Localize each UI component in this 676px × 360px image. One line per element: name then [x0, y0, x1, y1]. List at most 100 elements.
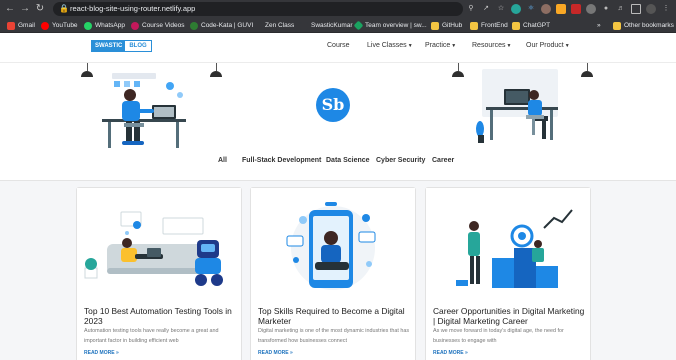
lamp-cord — [216, 63, 217, 71]
extension-icons: ⚲ ↗ ☆ ⚛ ● ♬ ⋮ — [466, 3, 671, 15]
lamp-icon — [81, 71, 93, 77]
site-header: SWASTIC BLOG Course Live Classes▼ Practi… — [0, 33, 676, 63]
course-videos-icon — [131, 21, 139, 30]
bookmark-chatgpt[interactable]: ChatGPT — [512, 20, 550, 31]
lamp-icon — [452, 71, 464, 77]
menu-label: Resources — [472, 42, 506, 49]
category-full-stack[interactable]: Full-Stack Development — [242, 157, 321, 164]
folder-icon — [431, 21, 439, 30]
extension-icon[interactable] — [541, 4, 551, 14]
bookmark-frontend[interactable]: FrontEnd — [470, 20, 508, 31]
search-icon[interactable]: ⚲ — [466, 4, 476, 14]
caret-down-icon: ▼ — [506, 43, 512, 49]
folder-icon — [470, 21, 478, 30]
gmail-icon — [7, 21, 15, 30]
react-devtools-icon[interactable]: ⚛ — [526, 4, 536, 14]
extension-icon[interactable] — [571, 4, 581, 14]
card-title[interactable]: Top Skills Required to Become a Digital … — [258, 306, 412, 326]
folder-icon — [512, 21, 520, 30]
lock-icon[interactable]: 🔒 — [59, 3, 69, 15]
card-excerpt: Digital marketing is one of the most dyn… — [258, 328, 410, 344]
category-career[interactable]: Career — [432, 157, 454, 164]
bookmark-github[interactable]: GitHub — [431, 20, 462, 31]
grammarly-icon[interactable] — [511, 4, 521, 14]
caret-down-icon: ▼ — [564, 43, 570, 49]
kebab-menu-icon[interactable]: ⋮ — [661, 4, 671, 14]
bookmark-gmail[interactable]: Gmail — [7, 20, 35, 31]
logo-text-right: BLOG — [125, 41, 151, 51]
forward-arrow-icon[interactable]: → — [19, 3, 31, 15]
card-excerpt: As we move forward in today's digital ag… — [433, 328, 564, 344]
menu-live-classes[interactable]: Live Classes▼ — [367, 42, 413, 49]
browser-toolbar: ← → ↻ 🔒 react-blog-site-using-router.net… — [0, 0, 676, 18]
bookmark-label: Zen Class — [265, 22, 295, 29]
back-arrow-icon[interactable]: ← — [4, 3, 16, 15]
read-more-link[interactable]: READ MORE » — [258, 350, 293, 356]
youtube-icon — [41, 21, 49, 30]
menu-course[interactable]: Course — [327, 42, 350, 49]
bookmark-label: SwasticKumar — [311, 22, 353, 29]
card-excerpt: Automation testing tools have really bec… — [84, 328, 219, 344]
site-logo[interactable]: SWASTIC BLOG — [91, 40, 152, 52]
bookmark-label: FrontEnd — [481, 22, 508, 29]
blog-card[interactable]: Career Opportunities in Digital Marketin… — [425, 187, 591, 360]
category-data-science[interactable]: Data Science — [326, 157, 370, 164]
bookmark-zen-class[interactable]: Zen Class — [254, 20, 294, 31]
url-text[interactable]: react-blog-site-using-router.netlify.app — [70, 2, 195, 16]
bookmark-youtube[interactable]: YouTube — [41, 20, 78, 31]
caret-down-icon: ▼ — [407, 43, 413, 49]
bookmark-label: ChatGPT — [523, 22, 551, 29]
bookmark-label: Course Videos — [142, 22, 185, 29]
menu-label: Practice — [425, 42, 451, 49]
share-icon[interactable]: ↗ — [481, 4, 491, 14]
bookmark-whatsapp[interactable]: WhatsApp — [84, 20, 125, 31]
bookmark-course-videos[interactable]: Course Videos — [131, 20, 185, 31]
blog-card[interactable]: Top Skills Required to Become a Digital … — [250, 187, 416, 360]
blog-card[interactable]: Top 10 Best Automation Testing Tools in … — [76, 187, 242, 360]
lamp-cord — [87, 63, 88, 71]
card-title[interactable]: Career Opportunities in Digital Marketin… — [433, 306, 587, 326]
whatsapp-icon — [84, 21, 92, 30]
bookmark-label: Team overview | sw... — [365, 22, 427, 29]
other-bookmarks[interactable]: Other bookmarks — [613, 20, 674, 31]
menu-label: Our Product — [526, 42, 564, 49]
menu-resources[interactable]: Resources▼ — [472, 42, 511, 49]
bookmarks-overflow[interactable]: » — [597, 20, 601, 31]
extension-icon[interactable] — [556, 4, 566, 14]
read-more-link[interactable]: READ MORE » — [84, 350, 119, 356]
menu-label: Course — [327, 42, 350, 49]
card-thumbnail[interactable] — [77, 188, 241, 300]
lamp-icon — [210, 71, 222, 77]
puzzle-icon[interactable]: ● — [601, 4, 611, 14]
bookmark-label: Code-Kata | GUVI — [201, 22, 254, 29]
profile-avatar-icon[interactable] — [646, 4, 656, 14]
card-title[interactable]: Top 10 Best Automation Testing Tools in … — [84, 306, 238, 326]
bookmark-code-kata[interactable]: Code-Kata | GUVI — [190, 20, 253, 31]
bookmark-team-overview[interactable]: Team overview | sw... — [353, 20, 427, 31]
team-overview-icon — [353, 20, 364, 31]
zen-class-icon — [254, 21, 262, 30]
reload-icon[interactable]: ↻ — [34, 3, 46, 15]
bookmark-swastickumar[interactable]: SwasticKumar — [300, 20, 353, 31]
category-all[interactable]: All — [218, 157, 227, 164]
card-thumbnail[interactable] — [251, 188, 415, 300]
card-thumbnail[interactable] — [426, 188, 590, 300]
hero-illustration-right — [476, 69, 558, 143]
menu-label: Live Classes — [367, 42, 407, 49]
menu-practice[interactable]: Practice▼ — [425, 42, 456, 49]
logo-text-left: SWASTIC — [92, 41, 126, 51]
media-control-icon[interactable]: ♬ — [616, 4, 626, 14]
lamp-icon — [581, 71, 593, 77]
star-icon[interactable]: ☆ — [496, 4, 506, 14]
caret-down-icon: ▼ — [451, 43, 457, 49]
bookmark-label: YouTube — [52, 22, 78, 29]
menu-our-product[interactable]: Our Product▼ — [526, 42, 570, 49]
chevron-right-icon: » — [597, 22, 601, 29]
address-bar[interactable]: 🔒 react-blog-site-using-router.netlify.a… — [53, 2, 463, 16]
guvi-icon — [190, 21, 198, 30]
extension-icon[interactable] — [586, 4, 596, 14]
side-panel-icon[interactable] — [631, 4, 641, 14]
category-cyber-security[interactable]: Cyber Security — [376, 157, 425, 164]
github-icon — [300, 21, 308, 30]
read-more-link[interactable]: READ MORE » — [433, 350, 468, 356]
